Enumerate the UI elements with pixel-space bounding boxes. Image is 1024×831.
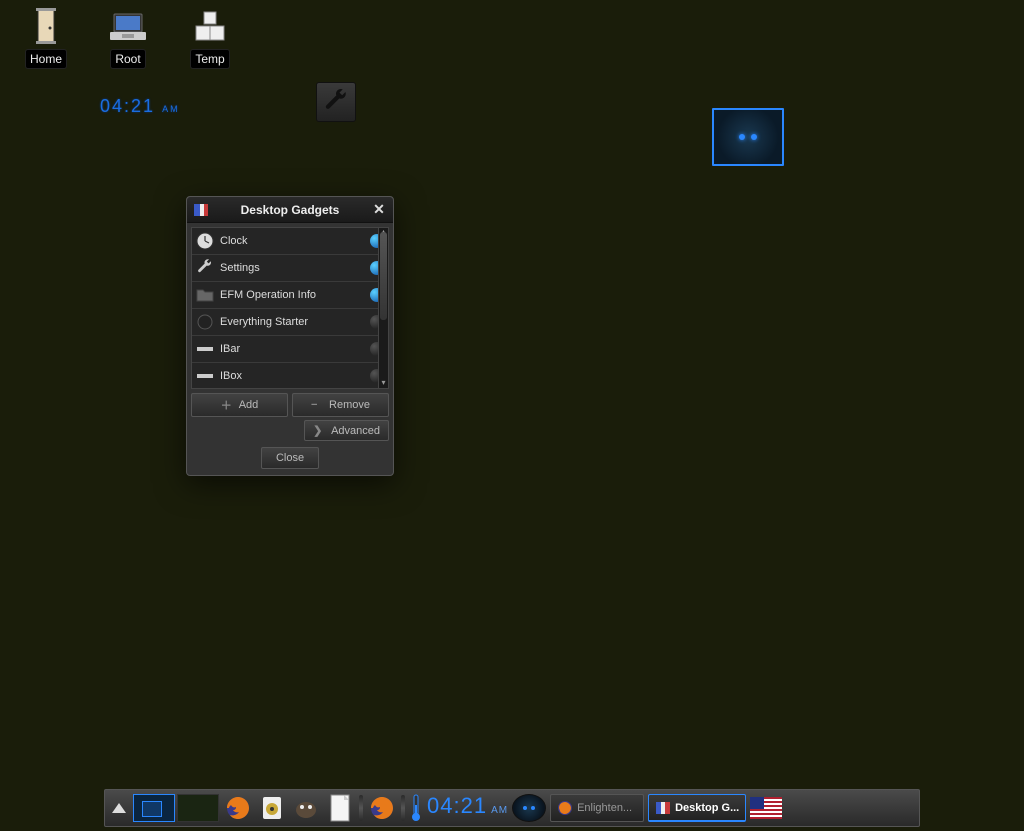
clock-time: 04:21 (100, 96, 155, 116)
gadget-item-ibox[interactable]: IBox (192, 363, 388, 388)
gadget-item-label: Clock (220, 235, 364, 247)
desktop-icon-temp[interactable]: Temp (170, 8, 250, 68)
app-icon (557, 800, 573, 816)
app-icon (655, 801, 671, 815)
taskbar-keyboard-layout-flag[interactable] (750, 797, 782, 819)
remove-button-label: Remove (329, 399, 370, 411)
desktop-icon-label: Temp (191, 50, 228, 68)
taskbar-gimp-icon[interactable] (291, 793, 321, 823)
window-app-icon (193, 203, 209, 217)
gadget-item-ibar[interactable]: IBar (192, 336, 388, 363)
pager (133, 793, 219, 823)
task-label: Enlighten... (577, 802, 632, 814)
close-button[interactable]: Close (261, 447, 319, 469)
gadget-item-clock[interactable]: Clock (192, 228, 388, 255)
scroll-thumb[interactable] (380, 232, 387, 320)
advanced-button[interactable]: ❯ Advanced (304, 420, 389, 441)
taskbar-clock-ampm: AM (491, 805, 508, 816)
start-button[interactable] (109, 793, 129, 823)
circle-icon (196, 313, 214, 331)
desktop-eyes-gadget-selected[interactable] (712, 108, 784, 166)
gadget-item-everything[interactable]: Everything Starter (192, 309, 388, 336)
bar-icon (196, 367, 214, 385)
desktop-gadgets-dialog: Desktop Gadgets ✕ Clock Settings EFM Ope… (186, 196, 394, 476)
taskbar: 04:21 AM Enlighten... Desktop G... (104, 789, 920, 827)
gadget-item-label: EFM Operation Info (220, 289, 364, 301)
taskbar-document-icon[interactable] (325, 793, 355, 823)
task-label: Desktop G... (675, 802, 739, 814)
taskbar-separator (359, 795, 363, 821)
desktop-settings-gadget[interactable] (316, 82, 356, 122)
desktop-icon-label: Root (111, 50, 144, 68)
desktop-icon-root[interactable]: Root (88, 8, 168, 68)
close-button-label: Close (276, 452, 304, 464)
chevron-right-icon: ❯ (313, 424, 325, 437)
gadget-item-label: Settings (220, 262, 364, 274)
desktop-icon-home[interactable]: Home (6, 8, 86, 68)
add-button[interactable]: ＋ Add (191, 393, 288, 417)
taskbar-task-desktop-gadgets[interactable]: Desktop G... (648, 794, 746, 822)
gadget-item-label: IBar (220, 343, 364, 355)
wrench-icon (196, 259, 214, 277)
taskbar-clock-time: 04:21 (427, 793, 487, 819)
gadget-item-label: Everything Starter (220, 316, 364, 328)
advanced-button-label: Advanced (331, 425, 380, 437)
taskbar-clock-gadget[interactable]: 04:21 AM (427, 793, 508, 823)
plus-icon: ＋ (221, 397, 233, 413)
door-icon (22, 8, 70, 46)
desktop-icon-label: Home (26, 50, 66, 68)
dialog-titlebar[interactable]: Desktop Gadgets ✕ (187, 197, 393, 223)
gadget-item-settings[interactable]: Settings (192, 255, 388, 282)
folder-icon (196, 286, 214, 304)
clock-icon (196, 232, 214, 250)
laptop-icon (104, 8, 152, 46)
gadget-item-efm[interactable]: EFM Operation Info (192, 282, 388, 309)
clock-ampm: AM (162, 104, 180, 114)
taskbar-eyes-gadget[interactable] (512, 794, 546, 822)
taskbar-speaker-icon[interactable] (257, 793, 287, 823)
dialog-title: Desktop Gadgets (209, 203, 371, 217)
gadget-item-label: IBox (220, 370, 364, 382)
pager-desktop-2[interactable] (177, 794, 219, 822)
taskbar-firefox-icon-2[interactable] (367, 793, 397, 823)
taskbar-separator (401, 795, 405, 821)
list-scrollbar[interactable]: ▴ ▾ (378, 228, 388, 388)
boxes-icon (186, 8, 234, 46)
minus-icon: − (311, 399, 323, 411)
taskbar-firefox-icon[interactable] (223, 793, 253, 823)
scroll-down-arrow[interactable]: ▾ (379, 378, 388, 388)
remove-button[interactable]: − Remove (292, 393, 389, 417)
taskbar-task-enlightenment[interactable]: Enlighten... (550, 794, 644, 822)
add-button-label: Add (239, 399, 259, 411)
dialog-close-x[interactable]: ✕ (371, 201, 387, 218)
desktop-clock-gadget[interactable]: 04:21 AM (100, 96, 180, 117)
bar-icon (196, 340, 214, 358)
gadget-list: Clock Settings EFM Operation Info Everyt… (191, 227, 389, 389)
pager-desktop-1[interactable] (133, 794, 175, 822)
wrench-icon (323, 89, 349, 115)
taskbar-thermometer-gadget[interactable] (409, 793, 423, 823)
